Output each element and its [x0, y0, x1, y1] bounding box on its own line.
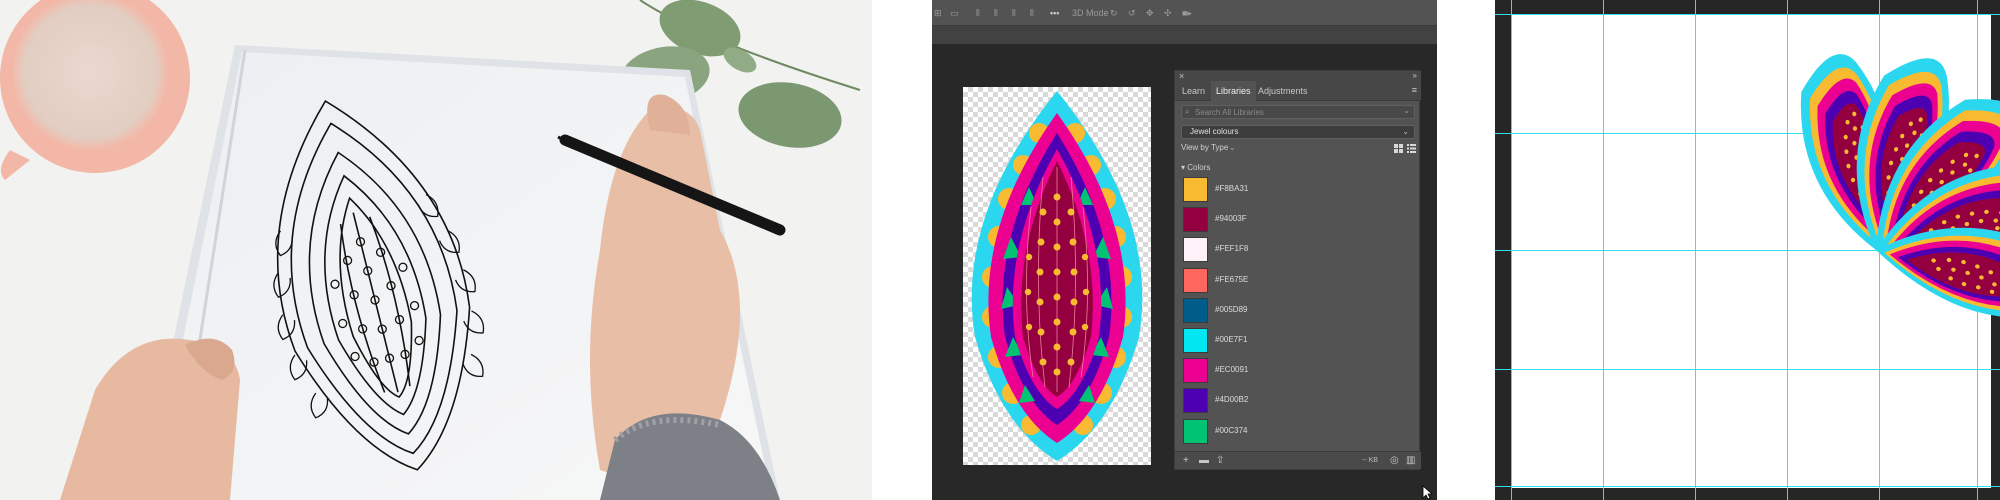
libraries-panel: × » Learn Libraries Adjustments ≡ ⌕ ⌄ Je…	[1174, 70, 1421, 470]
sketch-photo-image	[0, 0, 872, 500]
color-swatch	[1183, 207, 1208, 233]
petal-fan-artwork	[1792, 43, 2000, 338]
ellipsis-icon[interactable]: •••	[1050, 7, 1059, 19]
colored-petal-artwork	[971, 91, 1143, 461]
color-swatch	[1183, 418, 1208, 444]
upload-icon[interactable]: ⇪	[1216, 455, 1224, 466]
color-swatch	[1183, 327, 1208, 353]
tab-adjustments[interactable]: Adjustments	[1253, 81, 1313, 101]
3d-camera-icon[interactable]: ■▸	[1182, 7, 1192, 19]
color-swatch-item[interactable]: #00E7F1	[1175, 325, 1421, 355]
chevron-down-icon[interactable]: ⌄	[1229, 142, 1236, 154]
panel-header-bar: × »	[1175, 71, 1421, 81]
color-swatch-item[interactable]: #94003F	[1175, 204, 1421, 234]
options-bar: ⊞ ▭ ⫴ ⫴ ⫴ ⫴ ••• 3D Mode ↻ ↺ ✥ ✣ ■▸	[932, 0, 1437, 26]
tab-libraries[interactable]: Libraries	[1211, 81, 1256, 101]
color-swatch-item[interactable]: #4D00B2	[1175, 385, 1421, 415]
sketch-photo	[0, 0, 872, 500]
color-hex-label: #F8BA31	[1215, 184, 1249, 193]
color-swatch	[1183, 237, 1208, 263]
color-hex-label: #00C374	[1215, 425, 1248, 435]
3d-rotate-icon[interactable]: ↻	[1110, 7, 1118, 19]
panel-footer: + ▬ ⇪ -- KB ◎ ▥	[1175, 451, 1421, 469]
illustrator-canvas	[1495, 0, 2000, 500]
list-view-icon[interactable]	[1407, 144, 1416, 153]
color-hex-label: #4D00B2	[1215, 395, 1249, 405]
color-hex-label: #00E7F1	[1215, 334, 1248, 344]
colors-section-header[interactable]: ▾ Colors	[1181, 163, 1210, 173]
distribute-horizontal-icon[interactable]: ⫴	[1030, 7, 1034, 19]
3d-pan-icon[interactable]: ✥	[1146, 7, 1154, 19]
color-swatch-list: #F8BA31 #94003F #FEF1F8 #FE675E #005D89 …	[1175, 174, 1421, 446]
storage-label: -- KB	[1362, 457, 1378, 464]
color-swatch-item[interactable]: #F8BA31	[1175, 174, 1421, 204]
color-hex-label: #005D89	[1215, 304, 1248, 314]
panel-gap	[872, 0, 932, 500]
tab-learn[interactable]: Learn	[1177, 81, 1210, 101]
trash-icon[interactable]: ▥	[1406, 455, 1415, 466]
library-select[interactable]: Jewel colours ⌄	[1181, 125, 1415, 139]
color-swatch-item[interactable]: #005D89	[1175, 295, 1421, 325]
color-swatch-item[interactable]: #EC0091	[1175, 355, 1421, 385]
color-swatch-item[interactable]: #FE675E	[1175, 265, 1421, 295]
3d-roll-icon[interactable]: ↺	[1128, 7, 1136, 19]
library-name: Jewel colours	[1190, 127, 1239, 136]
menu-icon[interactable]: ≡	[1412, 86, 1417, 95]
color-hex-label: #FE675E	[1215, 274, 1249, 284]
align-top-icon[interactable]: ⫴	[976, 7, 980, 19]
color-swatch	[1183, 267, 1208, 293]
view-by-type-dropdown[interactable]: View by Type	[1181, 142, 1228, 154]
chevron-down-icon[interactable]: ⌄	[1403, 106, 1410, 115]
close-icon[interactable]: ×	[1179, 71, 1184, 81]
3d-slide-icon[interactable]: ✣	[1164, 7, 1172, 19]
search-input[interactable]	[1195, 106, 1395, 118]
sync-icon[interactable]: ◎	[1390, 455, 1399, 466]
add-icon[interactable]: +	[1183, 455, 1189, 466]
cursor-icon	[1422, 485, 1434, 500]
library-search: ⌕ ⌄	[1181, 105, 1415, 119]
align-bottom-icon[interactable]: ⫴	[1012, 7, 1016, 19]
grid-view-icon[interactable]	[1394, 144, 1403, 153]
photoshop-window: ⊞ ▭ ⫴ ⫴ ⫴ ⫴ ••• 3D Mode ↻ ↺ ✥ ✣ ■▸ × » L…	[932, 0, 1437, 500]
color-swatch-item[interactable]: #FEF1F8	[1175, 234, 1421, 264]
folder-icon[interactable]: ▬	[1199, 455, 1209, 466]
panel-gap	[1437, 0, 1495, 500]
color-hex-label: #94003F	[1215, 214, 1247, 224]
document-canvas[interactable]	[963, 87, 1151, 465]
color-swatch-item[interactable]: #00C374	[1175, 416, 1421, 446]
chevron-down-icon: ⌄	[1402, 127, 1409, 136]
color-swatch	[1183, 358, 1208, 384]
color-swatch	[1183, 388, 1208, 414]
color-hex-label: #EC0091	[1215, 365, 1249, 375]
align-left-edges-icon[interactable]: ⊞	[934, 7, 942, 19]
triangle-down-icon: ▾	[1181, 163, 1186, 172]
document-tab-strip	[932, 26, 1437, 44]
panel-tabs: Learn Libraries Adjustments ≡	[1175, 81, 1421, 101]
color-swatch	[1183, 297, 1208, 323]
distribute-icon[interactable]: ▭	[950, 7, 959, 19]
search-icon: ⌕	[1185, 107, 1190, 116]
collapse-icon[interactable]: »	[1413, 71, 1417, 81]
color-hex-label: #FEF1F8	[1215, 244, 1249, 254]
3d-mode-label: 3D Mode	[1072, 8, 1109, 18]
align-middle-icon[interactable]: ⫴	[994, 7, 998, 19]
section-label: Colors	[1187, 163, 1211, 172]
color-swatch	[1183, 177, 1208, 202]
